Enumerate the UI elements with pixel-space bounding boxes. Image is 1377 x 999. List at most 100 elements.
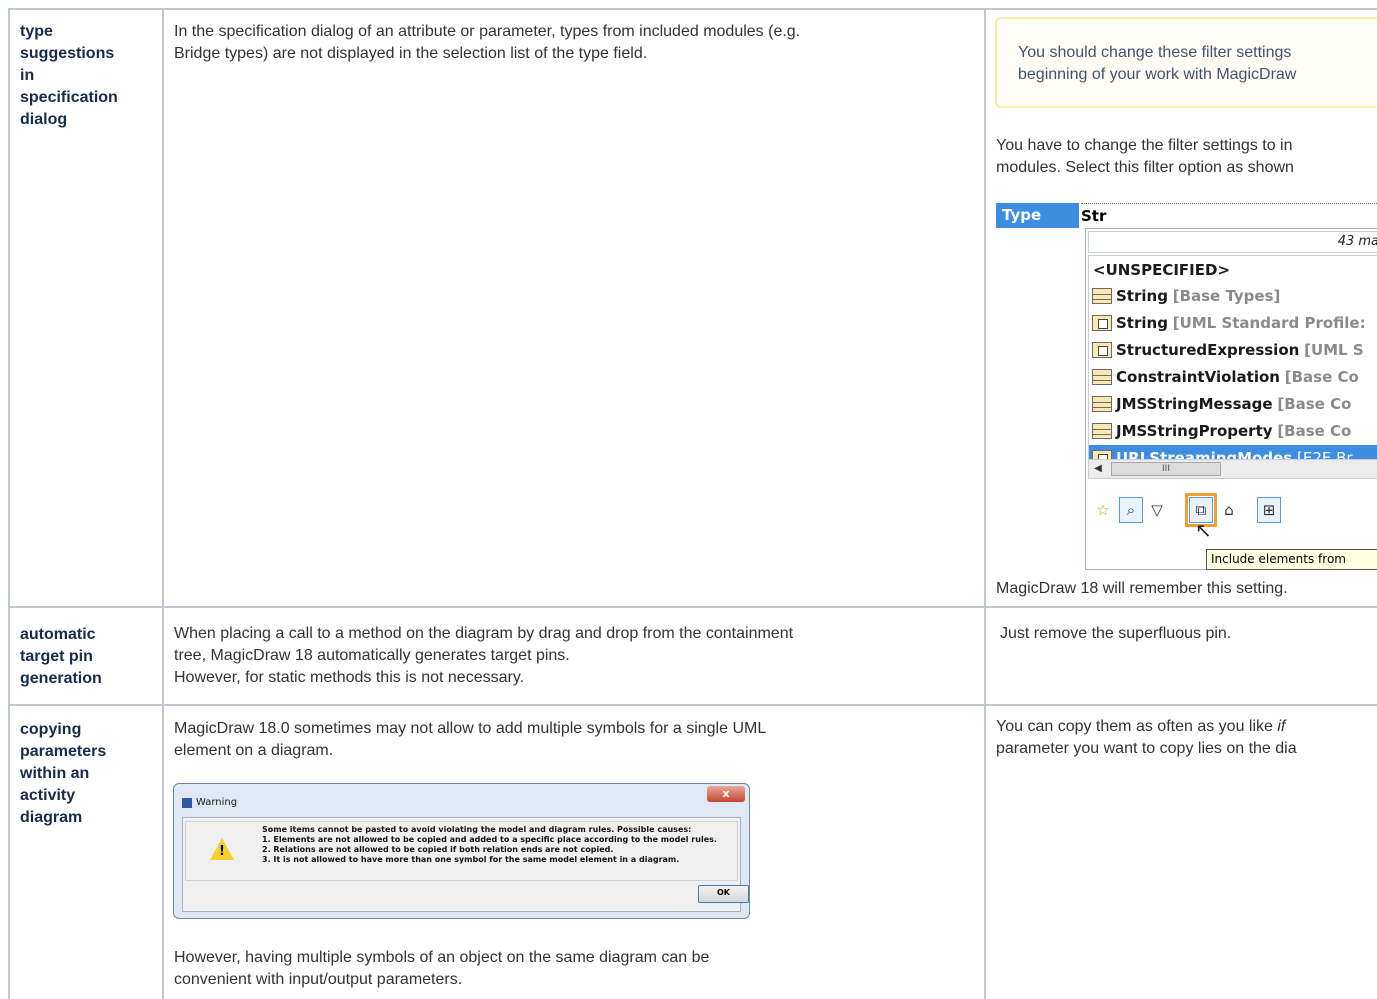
- message-line: 2. Relations are not allowed to be copie…: [262, 845, 614, 854]
- filter-icon[interactable]: ▽: [1145, 497, 1169, 523]
- description-line: However, for static methods this is not …: [174, 669, 525, 686]
- class-icon: [1092, 396, 1112, 412]
- term-line: generation: [20, 670, 102, 687]
- solution-copying-parameters: You can copy them as often as you like i…: [996, 716, 1297, 760]
- description-line: When placing a call to a method on the d…: [174, 625, 794, 642]
- item-name: String: [1116, 287, 1168, 305]
- dialog-message: Some items cannot be pasted to avoid vio…: [262, 825, 717, 865]
- search-details-icon[interactable]: ⌕: [1119, 497, 1143, 523]
- list-item[interactable]: <UNSPECIFIED>: [1089, 257, 1377, 283]
- description-line: However, having multiple symbols of an o…: [174, 949, 710, 966]
- description-line: tree, MagicDraw 18 automatically generat…: [174, 647, 570, 664]
- note-line: beginning of your work with MagicDraw: [1018, 66, 1297, 83]
- item-source: [Base Co: [1284, 368, 1359, 386]
- ok-button[interactable]: OK: [698, 885, 749, 903]
- row-divider-2: [8, 704, 1377, 706]
- dialog-body: ! Some items cannot be pasted to avoid v…: [182, 817, 749, 912]
- description-automatic-target-pin: When placing a call to a method on the d…: [174, 623, 793, 689]
- message-line: 3. It is not allowed to have more than o…: [262, 855, 680, 864]
- list-item[interactable]: JMSStringMessage [Base Co: [1089, 391, 1377, 417]
- solution-italic: if: [1277, 718, 1286, 735]
- term-line: dialog: [20, 111, 68, 128]
- term-line: copying: [20, 721, 82, 738]
- description-line: element on a diagram.: [174, 742, 334, 759]
- table-border-top: [8, 8, 1377, 10]
- stereotype-icon: [1092, 315, 1112, 331]
- message-line: Some items cannot be pasted to avoid vio…: [262, 825, 692, 834]
- suggestion-list: <UNSPECIFIED> String [Base Types] String…: [1088, 255, 1377, 460]
- scroll-left-icon[interactable]: ◀: [1091, 462, 1105, 476]
- solution-line: modules. Select this filter option as sh…: [996, 159, 1294, 176]
- class-icon: [1092, 369, 1112, 385]
- term-line: activity: [20, 787, 76, 804]
- tooltip: Include elements from: [1206, 549, 1377, 570]
- type-field[interactable]: Str: [1081, 203, 1377, 229]
- item-name: JMSStringProperty: [1116, 422, 1273, 440]
- item-source: [Base Types]: [1172, 287, 1281, 305]
- table-border-left: [8, 8, 10, 999]
- app-logo-icon: [182, 798, 192, 808]
- solution-line: parameter you want to copy lies on the d…: [996, 740, 1297, 757]
- item-name: JMSStringMessage: [1116, 395, 1273, 413]
- description-after-dialog: However, having multiple symbols of an o…: [174, 947, 709, 991]
- list-item[interactable]: ConstraintViolation [Base Co: [1089, 364, 1377, 390]
- description-copying-parameters: MagicDraw 18.0 sometimes may not allow t…: [174, 718, 766, 762]
- term-copying-parameters: copying parameters within an activity di…: [20, 719, 106, 829]
- horizontal-scrollbar[interactable]: ◀ III: [1088, 459, 1377, 479]
- dialog-title: Warning: [196, 797, 238, 808]
- item-source: [Base Co: [1277, 422, 1352, 440]
- solution-automatic-target-pin: Just remove the superfluous pin.: [1000, 623, 1231, 645]
- message-panel: ! Some items cannot be pasted to avoid v…: [185, 821, 738, 881]
- class-icon: [1092, 288, 1112, 304]
- info-note-panel: You should change these filter settings …: [995, 17, 1377, 108]
- item-name: <UNSPECIFIED>: [1093, 261, 1231, 279]
- column-divider-2: [984, 8, 986, 999]
- warning-dialog-screenshot: Warning x ! Some items cannot be pasted …: [173, 783, 750, 919]
- type-label: Type: [996, 203, 1079, 228]
- message-line: 1. Elements are not allowed to be copied…: [262, 835, 717, 844]
- term-line: parameters: [20, 743, 107, 760]
- list-item[interactable]: String [Base Types]: [1089, 283, 1377, 309]
- list-item[interactable]: JMSStringProperty [Base Co: [1089, 418, 1377, 444]
- description-type-suggestions: In the specification dialog of an attrib…: [174, 21, 800, 65]
- term-line: within an: [20, 765, 90, 782]
- description-line: MagicDraw 18.0 sometimes may not allow t…: [174, 720, 767, 737]
- class-icon: [1092, 423, 1112, 439]
- row-divider-1: [8, 606, 1377, 608]
- item-name: ConstraintViolation: [1116, 368, 1280, 386]
- match-count: 43 ma: [1088, 231, 1377, 253]
- item-name: String: [1116, 314, 1168, 332]
- item-source: [UML Standard Profile:: [1172, 314, 1366, 332]
- item-name: StructuredExpression: [1116, 341, 1300, 359]
- warning-exclamation: !: [219, 844, 225, 859]
- list-item[interactable]: StructuredExpression [UML S: [1089, 337, 1377, 363]
- type-selector-screenshot: Type Str 43 ma <UNSPECIFIED> String [Bas…: [995, 200, 1377, 572]
- term-line: in: [20, 67, 35, 84]
- note-line: You should change these filter settings: [1018, 44, 1292, 61]
- list-item[interactable]: String [UML Standard Profile:: [1089, 310, 1377, 336]
- solution-line: You have to change the filter settings t…: [996, 137, 1293, 154]
- column-divider-1: [162, 8, 164, 999]
- footer-remember-setting: MagicDraw 18 will remember this setting.: [996, 580, 1288, 597]
- term-type-suggestions: type suggestions in specification dialog: [20, 21, 118, 131]
- solution-text: You can copy them as often as you like: [996, 718, 1278, 735]
- term-line: suggestions: [20, 45, 115, 62]
- term-automatic-target-pin: automatic target pin generation: [20, 624, 102, 690]
- term-line: type: [20, 23, 53, 40]
- term-line: specification: [20, 89, 118, 106]
- solution-line: Just remove the superfluous pin.: [1000, 625, 1232, 642]
- expand-icon[interactable]: ⊞: [1257, 497, 1281, 523]
- solution-line-1: You can copy them as often as you like i…: [996, 716, 1297, 738]
- close-icon[interactable]: x: [707, 786, 745, 802]
- description-line: In the specification dialog of an attrib…: [174, 23, 801, 40]
- home-icon[interactable]: ⌂: [1217, 497, 1241, 523]
- term-line: target pin: [20, 648, 93, 665]
- stereotype-icon: [1092, 342, 1112, 358]
- star-icon[interactable]: ☆: [1091, 497, 1115, 523]
- item-source: [Base Co: [1277, 395, 1352, 413]
- list-item-selected[interactable]: URLStreamingModes [E2E Br: [1089, 445, 1377, 459]
- solution-type-suggestions: You have to change the filter settings t…: [996, 135, 1294, 179]
- cursor-arrow-icon: ↖: [1195, 518, 1212, 542]
- term-line: diagram: [20, 809, 83, 826]
- scroll-thumb[interactable]: III: [1111, 462, 1221, 476]
